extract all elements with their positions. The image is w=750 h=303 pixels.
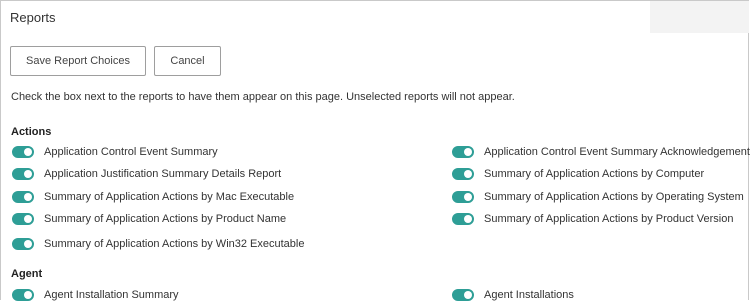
- toggle-switch[interactable]: [452, 213, 474, 225]
- report-label: Application Control Event Summary: [44, 146, 218, 158]
- report-label: Summary of Application Actions by Operat…: [484, 191, 744, 203]
- report-toggle-item[interactable]: Summary of Application Actions by Produc…: [12, 211, 286, 227]
- toggle-switch[interactable]: [452, 191, 474, 203]
- toggle-switch[interactable]: [452, 168, 474, 180]
- report-toggle-item[interactable]: Agent Installation Summary: [12, 287, 179, 303]
- toggle-switch[interactable]: [12, 213, 34, 225]
- save-report-choices-button[interactable]: Save Report Choices: [10, 46, 146, 76]
- toggle-switch[interactable]: [12, 146, 34, 158]
- instructions-text: Check the box next to the reports to hav…: [11, 91, 515, 103]
- report-toggle-item[interactable]: Application Justification Summary Detail…: [12, 166, 281, 182]
- report-toggle-item[interactable]: Summary of Application Actions by Win32 …: [12, 236, 304, 252]
- report-label: Summary of Application Actions by Mac Ex…: [44, 191, 295, 203]
- header-side-area: [650, 1, 749, 33]
- toggle-switch[interactable]: [12, 168, 34, 180]
- report-toggle-item[interactable]: Summary of Application Actions by Mac Ex…: [12, 189, 294, 205]
- report-label: Summary of Application Actions by Comput…: [484, 168, 705, 180]
- report-toggle-item[interactable]: Summary of Application Actions by Operat…: [452, 189, 744, 205]
- section-title-actions: Actions: [11, 126, 52, 138]
- toggle-switch[interactable]: [12, 238, 34, 250]
- report-toggle-item[interactable]: Summary of Application Actions by Produc…: [452, 211, 733, 227]
- report-label: Agent Installations: [484, 289, 574, 301]
- toggle-switch[interactable]: [12, 289, 34, 301]
- report-label: Agent Installation Summary: [44, 289, 179, 301]
- page-title: Reports: [10, 10, 56, 25]
- report-label: Application Control Event Summary Acknow…: [484, 146, 750, 158]
- report-label: Summary of Application Actions by Produc…: [484, 213, 734, 225]
- toggle-switch[interactable]: [452, 146, 474, 158]
- report-label: Summary of Application Actions by Win32 …: [44, 238, 305, 250]
- report-toggle-item[interactable]: Application Control Event Summary: [12, 144, 218, 160]
- toggle-switch[interactable]: [12, 191, 34, 203]
- report-toggle-item[interactable]: Summary of Application Actions by Comput…: [452, 166, 704, 182]
- cancel-button[interactable]: Cancel: [154, 46, 221, 76]
- panel-header: Reports: [0, 0, 750, 34]
- report-label: Summary of Application Actions by Produc…: [44, 213, 287, 225]
- report-toggle-item[interactable]: Agent Installations: [452, 287, 574, 303]
- section-title-agent: Agent: [11, 268, 43, 280]
- toggle-switch[interactable]: [452, 289, 474, 301]
- report-toggle-item[interactable]: Application Control Event Summary Acknow…: [452, 144, 750, 160]
- report-label: Application Justification Summary Detail…: [44, 168, 282, 180]
